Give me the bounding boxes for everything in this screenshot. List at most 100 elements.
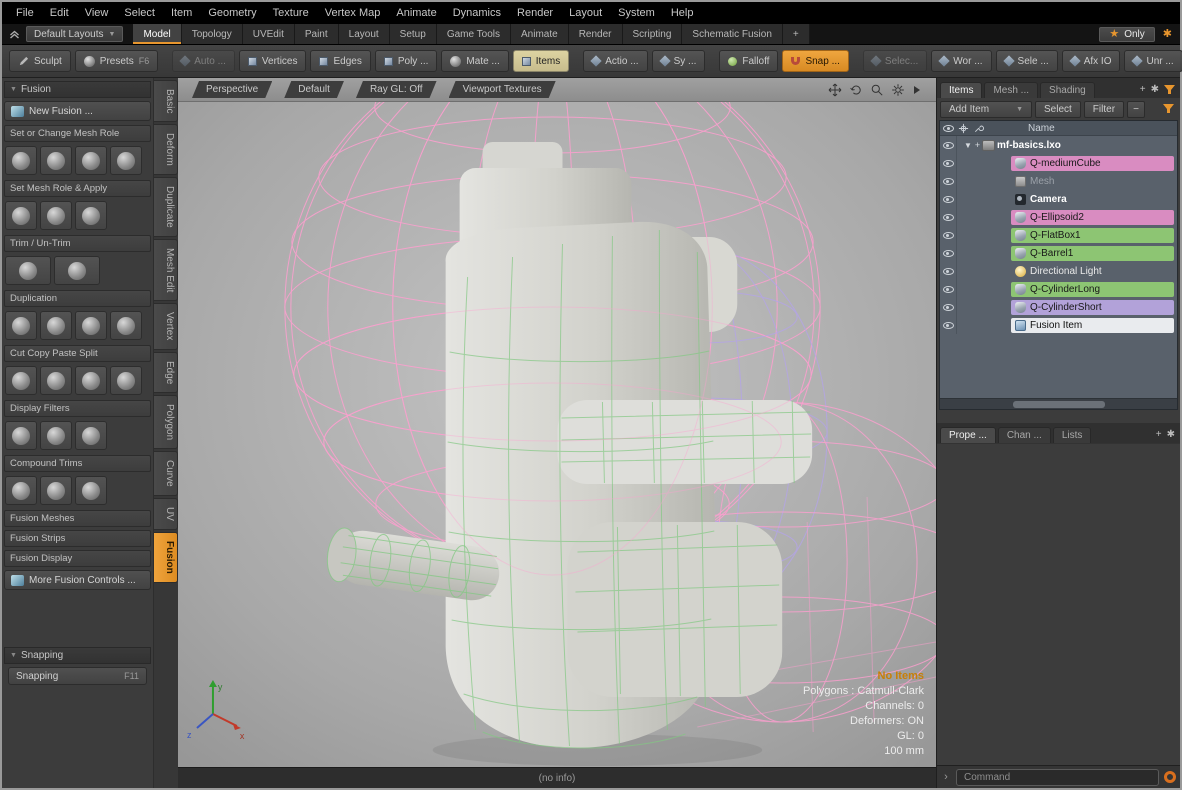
layout-tab-layout[interactable]: Layout — [339, 24, 390, 44]
mirror-button[interactable] — [75, 311, 107, 340]
section-trim-untrim[interactable]: Trim / Un-Trim — [4, 235, 151, 252]
add-tab-icon[interactable]: + — [1140, 85, 1146, 95]
split-button[interactable] — [110, 366, 142, 395]
tab-curve[interactable]: Curve — [154, 451, 178, 496]
eye-cell[interactable] — [940, 280, 957, 298]
layout-switcher-button[interactable]: Default Layouts ▼ — [26, 26, 123, 42]
trim-button[interactable] — [5, 256, 51, 285]
action-center-button[interactable]: Actio ... — [583, 50, 647, 72]
mesh-role-remove-button[interactable] — [110, 146, 142, 175]
item-label[interactable]: Mesh — [1011, 174, 1174, 189]
item-row[interactable]: Q-CylinderShort — [940, 298, 1177, 316]
menu-layout[interactable]: Layout — [561, 4, 610, 22]
play-options-icon[interactable] — [912, 84, 922, 96]
more-fusion-controls-button[interactable]: More Fusion Controls ... — [4, 570, 151, 590]
compound-trim-new-button[interactable] — [5, 476, 37, 505]
pan-tool-icon[interactable] — [828, 83, 842, 97]
wrench-column-icon[interactable] — [973, 123, 984, 134]
vertices-button[interactable]: Vertices — [239, 50, 307, 72]
paste-button[interactable] — [75, 366, 107, 395]
instance-button[interactable] — [40, 311, 72, 340]
eye-cell[interactable] — [940, 244, 957, 262]
item-label[interactable]: Q-mediumCube — [1011, 156, 1174, 171]
layouts-icon[interactable] — [6, 27, 22, 41]
auto-select-button[interactable]: Auto ... — [172, 50, 235, 72]
zoom-tool-icon[interactable] — [870, 83, 884, 97]
falloff-button[interactable]: Falloff — [719, 50, 778, 72]
layout-tab-game-tools[interactable]: Game Tools — [437, 24, 511, 44]
gear-icon[interactable] — [891, 83, 905, 97]
filter-all-button[interactable] — [5, 421, 37, 450]
tab-properties[interactable]: Prope ... — [940, 427, 996, 443]
symmetry-button[interactable]: Sy ... — [652, 50, 706, 72]
compound-trim-add-button[interactable] — [40, 476, 72, 505]
filter-funnel-icon[interactable] — [1163, 104, 1174, 114]
tab-items[interactable]: Items — [940, 82, 982, 98]
item-row[interactable]: Q-CylinderLong — [940, 280, 1177, 298]
select-column-icon[interactable] — [958, 123, 969, 134]
item-row[interactable]: Directional Light — [940, 262, 1177, 280]
mesh-role-trimmer-button[interactable] — [40, 146, 72, 175]
layout-tab-schematic-fusion[interactable]: Schematic Fusion — [682, 24, 782, 44]
tab-duplicate[interactable]: Duplicate — [154, 177, 178, 237]
tab-deform[interactable]: Deform — [154, 124, 178, 175]
item-label[interactable]: Q-Ellipsoid2 — [1011, 210, 1174, 225]
menu-dynamics[interactable]: Dynamics — [445, 4, 509, 22]
layout-tab-render[interactable]: Render — [569, 24, 623, 44]
orbit-tool-icon[interactable] — [849, 83, 863, 97]
section-cut-copy-paste-split[interactable]: Cut Copy Paste Split — [4, 345, 151, 362]
horizontal-scrollbar[interactable] — [940, 398, 1177, 409]
item-label[interactable]: Q-FlatBox1 — [1011, 228, 1174, 243]
apply-role-trim-button[interactable] — [40, 201, 72, 230]
layout-tab-scripting[interactable]: Scripting — [623, 24, 683, 44]
tab-fusion[interactable]: Fusion — [154, 532, 178, 583]
select-button[interactable]: Select — [1035, 101, 1081, 118]
filter-funnel-icon[interactable] — [1164, 85, 1175, 95]
mesh-role-intersect-button[interactable] — [75, 146, 107, 175]
tab-edge[interactable]: Edge — [154, 352, 178, 393]
work-plane-button[interactable]: Wor ... — [931, 50, 991, 72]
command-history-icon[interactable] — [1164, 771, 1176, 783]
layout-tab-uvedit[interactable]: UVEdit — [243, 24, 295, 44]
cut-button[interactable] — [5, 366, 37, 395]
menu-file[interactable]: File — [8, 4, 42, 22]
snapping-toggle-button[interactable]: Snapping F11 — [8, 667, 147, 685]
item-label[interactable]: Camera — [1011, 192, 1174, 207]
new-fusion-button[interactable]: New Fusion ... — [4, 101, 151, 121]
filter-solid-button[interactable] — [40, 421, 72, 450]
fusion-meshes-bar[interactable]: Fusion Meshes — [4, 510, 151, 527]
tab-mesh-ops[interactable]: Mesh ... — [984, 82, 1038, 98]
item-row[interactable]: Fusion Item — [940, 316, 1177, 334]
item-row[interactable]: Q-Ellipsoid2 — [940, 208, 1177, 226]
menu-render[interactable]: Render — [509, 4, 561, 22]
apply-role-remove-button[interactable] — [75, 201, 107, 230]
eye-cell[interactable] — [940, 136, 957, 154]
item-row[interactable]: Camera — [940, 190, 1177, 208]
item-label[interactable]: Q-CylinderLong — [1011, 282, 1174, 297]
viewport-textures-dropdown[interactable]: Viewport Textures — [449, 81, 556, 98]
scene-row[interactable]: ▼ + mf-basics.lxo — [940, 136, 1177, 154]
item-label[interactable]: Fusion Item — [1011, 318, 1174, 333]
command-chevron-icon[interactable]: › — [941, 771, 951, 783]
menu-vertex-map[interactable]: Vertex Map — [317, 4, 389, 22]
item-label[interactable]: Q-Barrel1 — [1011, 246, 1174, 261]
menu-select[interactable]: Select — [116, 4, 163, 22]
snapping-button[interactable]: Snap ... — [782, 50, 848, 72]
scrollbar-thumb[interactable] — [1013, 401, 1105, 408]
gear-icon[interactable]: ✱ — [1167, 430, 1175, 440]
3d-viewport[interactable]: y x z No Items Polygons : Catmull-Clark … — [178, 102, 936, 767]
fusion-strips-bar[interactable]: Fusion Strips — [4, 530, 151, 547]
item-row[interactable]: Q-mediumCube — [940, 154, 1177, 172]
menu-item[interactable]: Item — [163, 4, 200, 22]
items-button[interactable]: Items — [513, 50, 569, 72]
copy-button[interactable] — [40, 366, 72, 395]
selection-sets-button[interactable]: Selec... — [863, 50, 927, 72]
tab-polygon[interactable]: Polygon — [154, 395, 178, 449]
menu-geometry[interactable]: Geometry — [200, 4, 264, 22]
eye-cell[interactable] — [940, 190, 957, 208]
edges-button[interactable]: Edges — [310, 50, 370, 72]
menu-view[interactable]: View — [77, 4, 117, 22]
compound-trim-remove-button[interactable] — [75, 476, 107, 505]
command-input[interactable] — [956, 769, 1159, 786]
menu-animate[interactable]: Animate — [388, 4, 444, 22]
